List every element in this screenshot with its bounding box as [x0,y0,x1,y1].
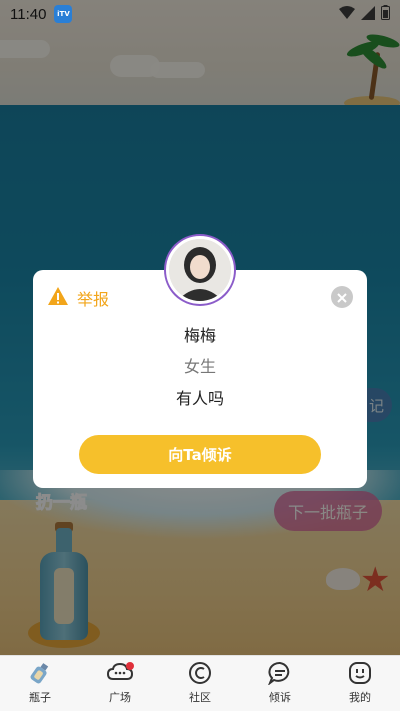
tab-label: 倾诉 [269,691,291,704]
close-icon [337,288,347,307]
tab-label: 社区 [189,691,211,704]
tab-community[interactable]: 社区 [160,656,240,711]
bottle-message: 有人吗 [175,389,224,408]
wifi-icon [339,5,355,24]
warning-icon [47,286,69,310]
bottle-icon [26,659,54,687]
report-label: 举报 [77,290,110,309]
status-bar: 11:40 iTV [0,0,400,28]
community-icon [186,659,214,687]
signal-icon [361,5,375,24]
status-time: 11:40 [10,5,47,23]
close-button[interactable] [331,286,353,308]
smile-face-icon [346,659,374,687]
report-button[interactable]: 举报 [47,286,109,310]
sender-name: 梅梅 [183,326,216,345]
confide-button[interactable]: 向Ta倾诉 [79,435,321,474]
sender-gender: 女生 [183,357,216,376]
status-indicators [339,4,390,24]
message-bubble-icon [266,659,294,687]
app-notification-icon: iTV [54,5,73,23]
tab-label: 广场 [109,691,131,704]
tab-plaza[interactable]: 广场 [80,656,160,711]
tab-confide[interactable]: 倾诉 [240,656,320,711]
tab-bottle[interactable]: 瓶子 [0,656,80,711]
battery-icon [381,4,390,24]
tab-label: 我的 [349,691,371,704]
avatar[interactable] [166,236,234,304]
bottom-tab-bar: 瓶子 广场 社区 倾诉 我的 [0,655,400,711]
tab-label: 瓶子 [29,691,51,704]
notification-badge [126,662,134,670]
confide-label: 向Ta倾诉 [168,446,232,464]
tab-mine[interactable]: 我的 [320,656,400,711]
